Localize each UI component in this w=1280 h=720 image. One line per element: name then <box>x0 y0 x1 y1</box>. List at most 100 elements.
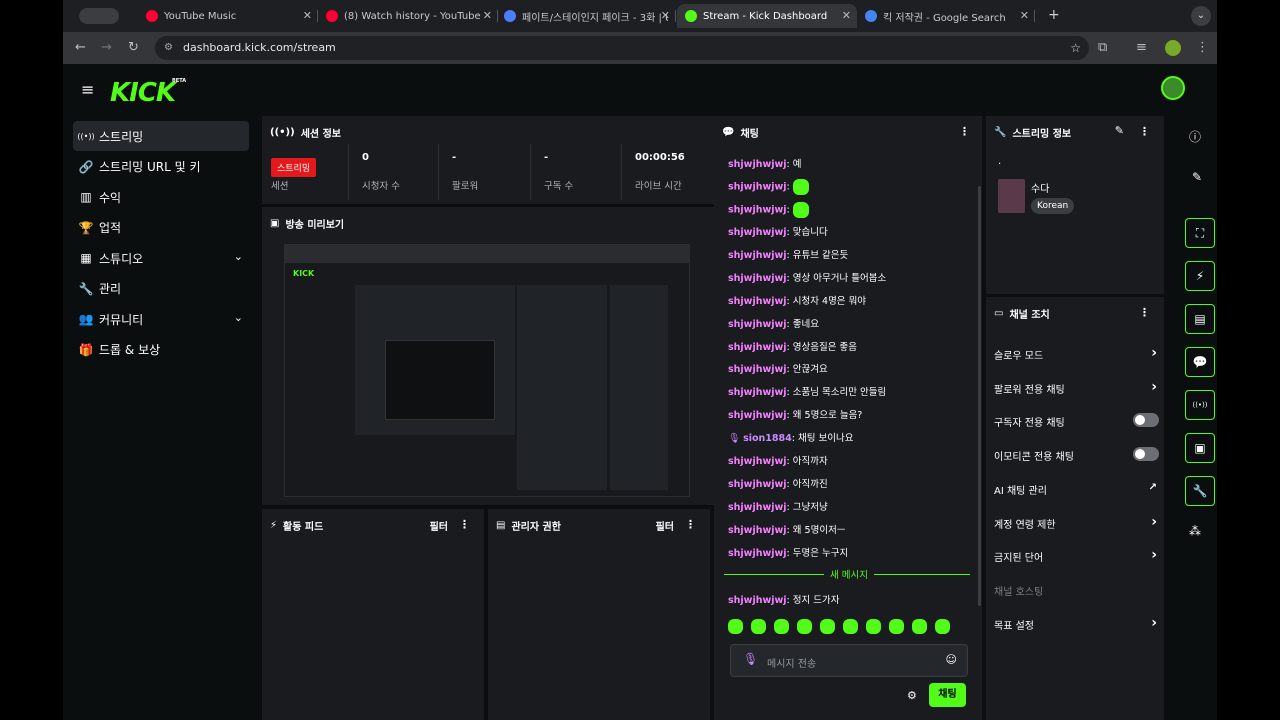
chat-username[interactable]: sion1884 <box>743 433 792 444</box>
channel-row[interactable]: 팔로워 전용 채팅 › <box>994 379 1159 396</box>
tab-close-icon[interactable]: ✕ <box>483 9 492 22</box>
profile-avatar[interactable] <box>1165 40 1181 56</box>
chat-username[interactable]: shjwjhwjwj <box>728 525 787 536</box>
external-link-icon[interactable]: ↗ <box>1149 482 1157 493</box>
bookmark-star-icon[interactable]: ☆ <box>1070 36 1081 60</box>
url-field[interactable]: ⚙ dashboard.kick.com/stream ☆ <box>155 36 1089 60</box>
chevron-down-icon[interactable]: ⌄ <box>234 311 243 324</box>
toggle-switch[interactable] <box>1133 413 1159 428</box>
sidebar-item-1[interactable]: 🔗 스트리밍 URL 및 키 <box>73 152 249 182</box>
mod-filter-button[interactable]: 필터 <box>656 518 674 533</box>
chat-send-button[interactable]: 채팅 <box>929 683 966 707</box>
chevron-down-icon[interactable]: ⌄ <box>234 250 243 263</box>
tab-4[interactable]: 킥 저작권 - Google Search ✕ <box>857 4 1035 28</box>
chat-username[interactable]: shjwjhwjwj <box>728 227 787 238</box>
stream-preview-video[interactable]: KICK <box>284 244 690 497</box>
new-tab-button[interactable]: + <box>1048 7 1060 23</box>
chevron-right-icon[interactable]: › <box>1151 615 1157 631</box>
chat-menu-icon[interactable]: ⋮ <box>959 125 970 138</box>
hamburger-icon[interactable]: ≡ <box>81 80 94 99</box>
chat-username[interactable]: shjwjhwjwj <box>728 159 787 170</box>
tab-close-icon[interactable]: ✕ <box>1020 9 1029 22</box>
toggle-switch[interactable] <box>1133 447 1159 462</box>
chat-username[interactable]: shjwjhwjwj <box>728 548 787 559</box>
chat-username[interactable]: shjwjhwjwj <box>728 410 787 421</box>
emote-icon[interactable] <box>843 619 858 634</box>
sidebar-item-6[interactable]: 👥 커뮤니티 ⌄ <box>73 304 249 334</box>
emote-icon[interactable] <box>774 619 789 634</box>
sidebar-item-7[interactable]: 🎁 드롭 & 보상 <box>73 335 249 365</box>
tab-1[interactable]: (8) Watch history - YouTube ✕ <box>318 4 498 28</box>
forward-icon[interactable]: → <box>101 40 112 55</box>
channel-row[interactable]: 목표 설정 › <box>994 615 1159 632</box>
emote-icon[interactable] <box>935 619 950 634</box>
reload-icon[interactable]: ↻ <box>128 40 139 55</box>
activity-menu-icon[interactable]: ⋮ <box>459 518 470 531</box>
chat-username[interactable]: shjwjhwjwj <box>728 250 787 261</box>
channel-row[interactable]: 금지된 단어 › <box>994 547 1159 564</box>
emote-icon[interactable] <box>728 619 743 634</box>
media-icon[interactable]: ≡ <box>1136 40 1147 55</box>
tab-search-button[interactable]: ⌄ <box>1191 6 1211 26</box>
chevron-right-icon[interactable]: › <box>1151 379 1157 395</box>
chat-icon[interactable]: 💬 <box>1185 347 1215 377</box>
chat-username[interactable]: shjwjhwjwj <box>728 456 787 467</box>
chat-username[interactable]: shjwjhwjwj <box>728 273 787 284</box>
back-icon[interactable]: ← <box>75 40 86 55</box>
chat-username[interactable]: shjwjhwjwj <box>728 205 787 216</box>
stream-info-menu-icon[interactable]: ⋮ <box>1139 125 1150 138</box>
emote-icon[interactable] <box>889 619 904 634</box>
mic-icon[interactable]: 🎙 <box>743 652 758 666</box>
tab-close-icon[interactable]: ✕ <box>661 9 670 22</box>
chat-settings-icon[interactable]: ⚙ <box>907 689 917 702</box>
menu-icon[interactable]: ⋮ <box>1196 40 1209 55</box>
channel-row[interactable]: 계정 연령 제한 › <box>994 514 1159 531</box>
emote-icon[interactable] <box>912 619 927 634</box>
more-tools-icon[interactable]: ⁂ <box>1189 524 1201 538</box>
pencil-icon[interactable]: ✎ <box>1192 170 1202 184</box>
sidebar-item-5[interactable]: 🔧 관리 <box>73 274 249 304</box>
chat-username[interactable]: shjwjhwjwj <box>728 182 787 193</box>
tab-close-icon[interactable]: ✕ <box>303 9 312 22</box>
wrench-icon[interactable]: 🔧 <box>1185 476 1215 506</box>
chevron-right-icon[interactable]: › <box>1151 547 1157 563</box>
emote-icon[interactable] <box>751 619 766 634</box>
activity-filter-button[interactable]: 필터 <box>430 518 448 533</box>
emoji-icon[interactable]: ☺ <box>946 653 957 666</box>
chat-username[interactable]: shjwjhwjwj <box>728 342 787 353</box>
extensions-icon[interactable]: ⧉ <box>1098 40 1107 55</box>
kick-logo[interactable]: KICK <box>110 78 176 108</box>
emote-icon[interactable] <box>820 619 835 634</box>
chat-username[interactable]: shjwjhwjwj <box>728 387 787 398</box>
site-info-icon[interactable]: ⚙ <box>164 36 173 60</box>
tab-0[interactable]: YouTube Music ✕ <box>138 4 318 28</box>
chat-username[interactable]: shjwjhwjwj <box>728 364 787 375</box>
video-icon[interactable]: ▣ <box>1185 433 1215 463</box>
channel-row[interactable]: 슬로우 모드 › <box>994 345 1159 362</box>
sidebar-item-2[interactable]: ▥ 수익 <box>73 182 249 212</box>
channel-row[interactable]: 구독자 전용 채팅 <box>994 413 1159 429</box>
chat-username[interactable]: shjwjhwjwj <box>728 296 787 307</box>
info-icon[interactable]: ⓘ <box>1189 128 1201 145</box>
channel-row[interactable]: 이모티콘 전용 채팅 <box>994 447 1159 463</box>
chevron-right-icon[interactable]: › <box>1151 514 1157 530</box>
chat-input[interactable]: 🎙 메시지 전송 ☺ <box>730 644 968 677</box>
channel-row[interactable]: AI 채팅 관리 ↗ <box>994 482 1159 497</box>
emote-icon[interactable] <box>866 619 881 634</box>
chevron-right-icon[interactable]: › <box>1151 345 1157 361</box>
tab-group-chip[interactable] <box>79 8 119 24</box>
sidebar-item-0[interactable]: ((•)) 스트리밍 <box>73 121 249 151</box>
expand-icon[interactable]: ⛶ <box>1185 218 1215 248</box>
tab-3[interactable]: Stream - Kick Dashboard ✕ <box>677 4 857 28</box>
chat-username[interactable]: shjwjhwjwj <box>728 319 787 330</box>
chat-username[interactable]: shjwjhwjwj <box>728 479 787 490</box>
sidebar-item-3[interactable]: 🏆 업적 <box>73 213 249 243</box>
chat-username[interactable]: shjwjhwjwj <box>728 502 787 513</box>
sidebar-item-4[interactable]: ▦ 스튜디오 ⌄ <box>73 243 249 273</box>
user-avatar[interactable] <box>1161 76 1185 100</box>
mod-menu-icon[interactable]: ⋮ <box>685 518 696 531</box>
broadcast-icon[interactable]: ((•)) <box>1185 390 1215 420</box>
emote-icon[interactable] <box>797 619 812 634</box>
tab-2[interactable]: 페이트/스테이인지 페이크 - 3화 | U ✕ <box>496 4 676 28</box>
chat-scrollbar[interactable] <box>978 186 981 606</box>
